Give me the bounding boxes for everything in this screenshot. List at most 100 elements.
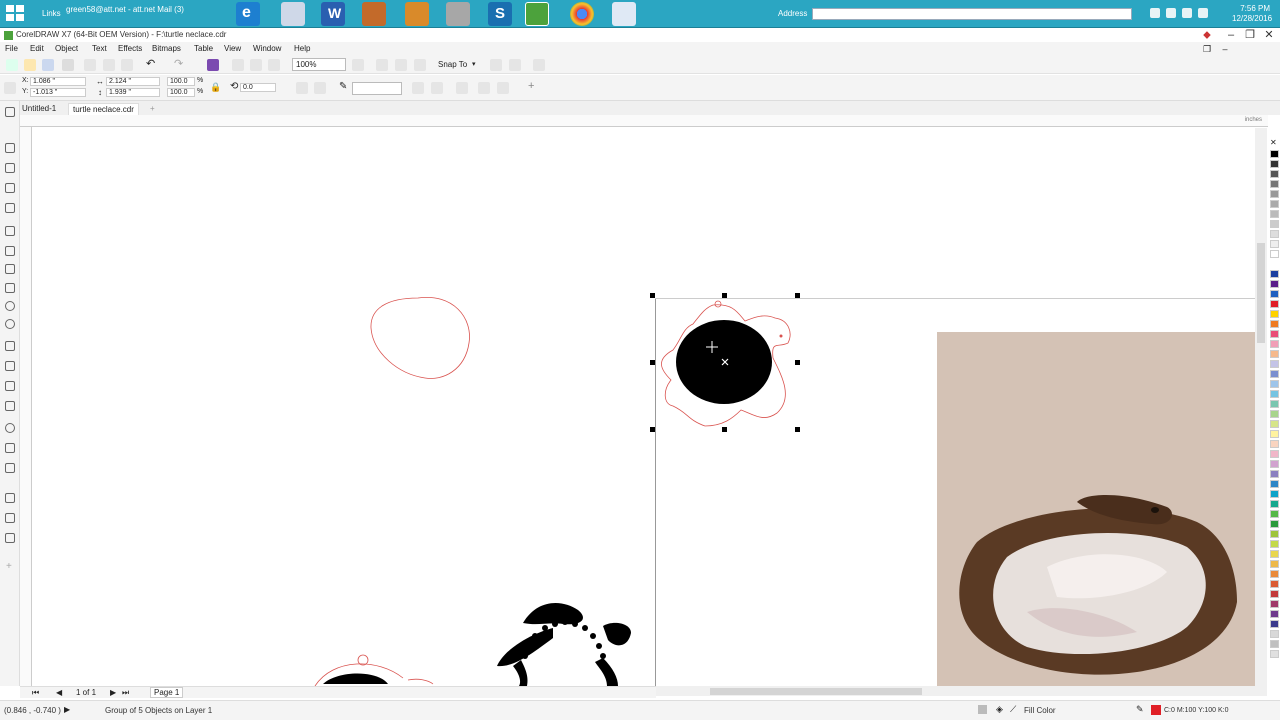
color-swatch[interactable] [1270, 220, 1279, 228]
drawing-canvas[interactable] [33, 128, 1255, 686]
print-icon[interactable] [62, 59, 74, 71]
fill-bucket-icon[interactable]: ◈ [996, 704, 1003, 715]
shape-tool-icon[interactable] [5, 143, 15, 153]
doc-minimize-icon[interactable]: – [1218, 42, 1232, 56]
next-page-icon[interactable]: ▶ [110, 688, 116, 697]
export-icon[interactable] [232, 59, 244, 71]
chevron-down-icon[interactable]: ▾ [472, 60, 476, 68]
color-swatch[interactable] [1270, 180, 1279, 188]
paste-icon[interactable] [121, 59, 133, 71]
color-swatch[interactable] [1270, 250, 1279, 258]
document-palette-icon[interactable] [978, 705, 987, 714]
printer-icon[interactable] [446, 2, 470, 26]
vertical-scrollbar[interactable] [1255, 128, 1267, 686]
no-color-icon[interactable]: ✕ [1270, 138, 1277, 147]
menu-object[interactable]: Object [55, 44, 78, 53]
color-swatch[interactable] [1270, 630, 1279, 638]
height-input[interactable]: 1.939 " [106, 88, 160, 97]
copy-icon[interactable] [103, 59, 115, 71]
color-swatch[interactable] [1270, 550, 1279, 558]
color-swatch[interactable] [1270, 300, 1279, 308]
turtle-reference-photo[interactable] [937, 332, 1255, 686]
mail-link[interactable]: green58@att.net - att.net Mail (3) [66, 5, 184, 15]
rotation-input[interactable]: 0.0 [240, 83, 276, 92]
menu-window[interactable]: Window [253, 44, 281, 53]
color-swatch[interactable] [1270, 580, 1279, 588]
color-swatch[interactable] [1270, 530, 1279, 538]
tray-icon[interactable] [1150, 8, 1160, 18]
menu-help[interactable]: Help [294, 44, 310, 53]
color-swatch[interactable] [1270, 420, 1279, 428]
menu-bitmaps[interactable]: Bitmaps [152, 44, 181, 53]
outline-pen-icon[interactable]: ✎ [339, 81, 347, 92]
pick-tool-icon[interactable] [5, 107, 15, 117]
rulers-icon[interactable] [376, 59, 388, 71]
horizontal-scroll-thumb[interactable] [710, 688, 922, 695]
trim-icon[interactable] [497, 82, 509, 94]
options-icon[interactable] [490, 59, 502, 71]
snap-to-dropdown[interactable]: Snap To [438, 60, 467, 69]
pen-icon[interactable] [405, 2, 429, 26]
play-icon[interactable]: ▶ [64, 705, 70, 714]
color-swatch[interactable] [1270, 230, 1279, 238]
text-tool-icon[interactable] [5, 341, 15, 351]
color-swatch[interactable] [1270, 470, 1279, 478]
interactive-fill-icon[interactable] [5, 423, 15, 433]
new-icon[interactable] [6, 59, 18, 71]
scale-width-input[interactable]: 100.0 [167, 77, 195, 86]
import-icon[interactable] [207, 59, 219, 71]
color-swatch[interactable] [1270, 600, 1279, 608]
color-swatch[interactable] [1270, 280, 1279, 288]
restore-icon[interactable]: ❐ [1243, 28, 1257, 42]
redo-icon[interactable]: ↷ [174, 57, 183, 70]
start-icon[interactable] [6, 5, 26, 23]
close-icon[interactable]: ✕ [1262, 28, 1276, 42]
color-swatch[interactable] [1270, 170, 1279, 178]
object-origin-icon[interactable] [4, 82, 16, 94]
eyedropper-tool-icon[interactable] [5, 401, 15, 411]
color-swatch[interactable] [1270, 520, 1279, 528]
color-swatch[interactable] [1270, 330, 1279, 338]
tray-icon[interactable] [1182, 8, 1192, 18]
color-swatch[interactable] [1270, 560, 1279, 568]
color-swatch[interactable] [1270, 190, 1279, 198]
file-icon[interactable] [612, 2, 636, 26]
color-swatch[interactable] [1270, 310, 1279, 318]
color-swatch[interactable] [1270, 400, 1279, 408]
links-label[interactable]: Links [42, 9, 61, 19]
text-tool-icon[interactable] [5, 246, 15, 256]
color-swatch[interactable] [1270, 360, 1279, 368]
color-swatch[interactable] [1270, 480, 1279, 488]
group-icon[interactable] [412, 82, 424, 94]
polygon-tool-icon[interactable] [5, 319, 15, 329]
connector-tool-icon[interactable] [5, 361, 15, 371]
crop-tool-icon[interactable] [5, 163, 15, 173]
color-swatch[interactable] [1270, 570, 1279, 578]
color-swatch[interactable] [1270, 410, 1279, 418]
color-swatch[interactable] [1270, 440, 1279, 448]
open-icon[interactable] [24, 59, 36, 71]
color-swatch[interactable] [1270, 430, 1279, 438]
word-icon[interactable]: W [321, 2, 345, 26]
vertical-ruler[interactable] [20, 127, 32, 687]
ie-icon[interactable]: e [236, 2, 260, 26]
mirror-v-icon[interactable] [314, 82, 326, 94]
color-swatch[interactable] [1270, 150, 1279, 158]
color-swatch[interactable] [1270, 490, 1279, 498]
app-icon[interactable] [362, 2, 386, 26]
publish-icon[interactable] [250, 59, 262, 71]
color-swatch[interactable] [1270, 270, 1279, 278]
guidelines-icon[interactable] [414, 59, 426, 71]
application-icon[interactable] [509, 59, 521, 71]
color-swatch[interactable] [1270, 460, 1279, 468]
color-swatch[interactable] [1270, 240, 1279, 248]
color-swatch[interactable] [1270, 340, 1279, 348]
grid-icon[interactable] [395, 59, 407, 71]
ungroup-icon[interactable] [431, 82, 443, 94]
freehand-tool-icon[interactable] [5, 203, 15, 213]
color-swatch[interactable] [1270, 620, 1279, 628]
horizontal-ruler[interactable]: inches [20, 115, 1268, 127]
smart-fill-icon[interactable] [5, 264, 15, 274]
outline-tool-icon[interactable] [5, 533, 15, 543]
menu-text[interactable]: Text [92, 44, 107, 53]
